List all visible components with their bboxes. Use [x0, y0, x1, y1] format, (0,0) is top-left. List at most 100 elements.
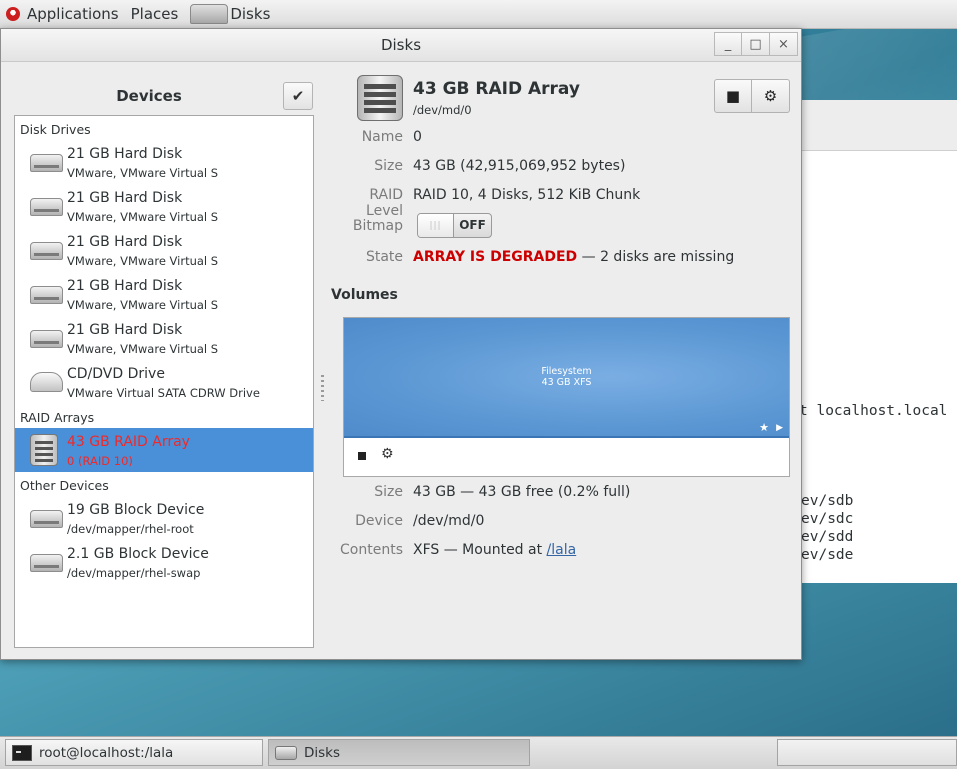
device-item-disk-2[interactable]: 21 GB Hard Disk VMware, VMware Virtual S	[15, 184, 313, 228]
device-subtitle: /dev/mapper/rhel-root	[67, 522, 194, 536]
terminal-line: ev/sdb	[801, 493, 854, 509]
active-app-menu[interactable]: Disks	[184, 0, 276, 28]
maximize-icon: □	[749, 36, 762, 52]
terminal-line: ev/sdd	[801, 529, 854, 545]
disk-icon	[190, 4, 229, 24]
device-subtitle: VMware, VMware Virtual S	[67, 342, 219, 356]
volume-contents-label: Contents	[340, 542, 403, 558]
selection-mode-button[interactable]: ✔	[283, 82, 313, 110]
minimize-icon: _	[724, 36, 732, 52]
device-name: 43 GB RAID Array	[67, 434, 190, 450]
disk-icon	[275, 745, 297, 760]
terminal-line: t localhost.local	[799, 403, 948, 419]
top-panel: Applications Places Disks	[0, 0, 957, 29]
minimize-button[interactable]: _	[714, 32, 742, 56]
volume-size-label: Size	[374, 484, 403, 500]
device-name: 21 GB Hard Disk	[67, 278, 183, 294]
device-name: 19 GB Block Device	[67, 502, 205, 518]
device-subtitle: VMware, VMware Virtual S	[67, 166, 219, 180]
section-other-devices: Other Devices	[20, 478, 109, 493]
block-device-icon	[30, 510, 63, 528]
partition-type: Filesystem	[541, 366, 592, 377]
terminal-line: ev/sdc	[801, 511, 854, 527]
stop-array-button[interactable]: ■	[714, 79, 752, 113]
hard-disk-icon	[30, 154, 63, 172]
device-item-disk-3[interactable]: 21 GB Hard Disk VMware, VMware Virtual S	[15, 228, 313, 272]
device-name: 21 GB Hard Disk	[67, 146, 183, 162]
device-item-cdrom[interactable]: CD/DVD Drive VMware Virtual SATA CDRW Dr…	[15, 360, 313, 404]
volume-device-value: /dev/md/0	[413, 513, 485, 529]
device-name: 21 GB Hard Disk	[67, 190, 183, 206]
volume-contents-value: XFS — Mounted at /lala	[413, 542, 576, 558]
places-menu[interactable]: Places	[125, 0, 185, 28]
raid-array-icon	[357, 75, 403, 121]
unmount-button[interactable]	[358, 452, 366, 460]
block-device-icon	[30, 554, 63, 572]
device-name: 21 GB Hard Disk	[67, 234, 183, 250]
device-item-raid-array[interactable]: 43 GB RAID Array 0 (RAID 10)	[15, 428, 313, 472]
state-label: State	[365, 249, 403, 265]
places-menu-label: Places	[130, 5, 179, 23]
pane-splitter-handle[interactable]	[321, 375, 324, 401]
volume-map: Filesystem 43 GB XFS ★ ▶ ⚙	[343, 317, 790, 477]
maximize-button[interactable]: □	[742, 32, 770, 56]
window-controls: _ □ ×	[714, 32, 798, 56]
name-value: 0	[413, 129, 422, 145]
partition-label: Filesystem 43 GB XFS	[344, 366, 789, 388]
close-button[interactable]: ×	[770, 32, 798, 56]
window-titlebar[interactable]: Disks _ □ ×	[1, 29, 801, 62]
name-label: Name	[361, 129, 403, 145]
device-subtitle: 0 (RAID 10)	[67, 454, 133, 468]
volume-device-label: Device	[355, 513, 403, 529]
raid-level-label: RAID Level	[366, 187, 403, 219]
toggle-state: OFF	[459, 218, 486, 232]
workspace-switcher[interactable]	[777, 739, 957, 766]
hard-disk-icon	[30, 242, 63, 260]
volumes-title: Volumes	[331, 287, 398, 303]
size-value: 43 GB (42,915,069,952 bytes)	[413, 158, 626, 174]
device-item-disk-5[interactable]: 21 GB Hard Disk VMware, VMware Virtual S	[15, 316, 313, 360]
mount-point-link[interactable]: /lala	[547, 542, 577, 558]
size-label: Size	[374, 158, 403, 174]
volume-partition-filesystem[interactable]: Filesystem 43 GB XFS ★ ▶	[344, 318, 789, 438]
taskbar-item-disks[interactable]: Disks	[268, 739, 530, 766]
section-disk-drives: Disk Drives	[20, 122, 91, 137]
taskbar-item-label: Disks	[304, 744, 341, 761]
checkmark-icon: ✔	[291, 87, 305, 105]
raid-level-value: RAID 10, 4 Disks, 512 KiB Chunk	[413, 187, 641, 203]
device-name: 2.1 GB Block Device	[67, 546, 209, 562]
state-value: ARRAY IS DEGRADED — 2 disks are missing	[413, 249, 734, 265]
taskbar-item-terminal[interactable]: root@localhost:/lala	[5, 739, 263, 766]
state-detail: — 2 disks are missing	[577, 249, 735, 265]
optical-drive-icon	[30, 372, 63, 392]
device-item-disk-4[interactable]: 21 GB Hard Disk VMware, VMware Virtual S	[15, 272, 313, 316]
device-subtitle: VMware, VMware Virtual S	[67, 298, 219, 312]
array-settings-button[interactable]: ⚙	[752, 79, 790, 113]
degraded-alert: ARRAY IS DEGRADED	[413, 249, 578, 265]
star-icon: ★	[759, 421, 769, 434]
device-item-block-swap[interactable]: 2.1 GB Block Device /dev/mapper/rhel-swa…	[15, 540, 313, 584]
applications-menu[interactable]: Applications	[0, 0, 125, 28]
devices-header: Devices ✔	[15, 79, 313, 113]
applications-menu-label: Applications	[27, 5, 119, 23]
bottom-taskbar: root@localhost:/lala Disks	[0, 736, 957, 769]
device-subtitle: VMware, VMware Virtual S	[67, 254, 219, 268]
close-icon: ×	[778, 36, 789, 52]
play-icon: ▶	[776, 423, 783, 433]
taskbar-item-label: root@localhost:/lala	[39, 744, 174, 761]
section-raid-arrays: RAID Arrays	[20, 410, 95, 425]
device-list: Disk Drives 21 GB Hard Disk VMware, VMwa…	[14, 115, 314, 648]
active-app-label: Disks	[230, 5, 271, 23]
device-item-block-root[interactable]: 19 GB Block Device /dev/mapper/rhel-root	[15, 496, 313, 540]
bitmap-toggle[interactable]: ||| OFF	[417, 213, 492, 238]
hard-disk-icon	[30, 286, 63, 304]
drive-title: 43 GB RAID Array	[413, 79, 580, 99]
distro-logo-icon	[6, 7, 20, 21]
gears-icon[interactable]: ⚙	[381, 446, 394, 462]
device-item-disk-1[interactable]: 21 GB Hard Disk VMware, VMware Virtual S	[15, 140, 313, 184]
hard-disk-icon	[30, 198, 63, 216]
raid-array-icon	[30, 434, 58, 466]
terminal-icon	[12, 744, 32, 761]
device-subtitle: VMware Virtual SATA CDRW Drive	[67, 386, 260, 400]
partition-size: 43 GB XFS	[541, 377, 592, 388]
